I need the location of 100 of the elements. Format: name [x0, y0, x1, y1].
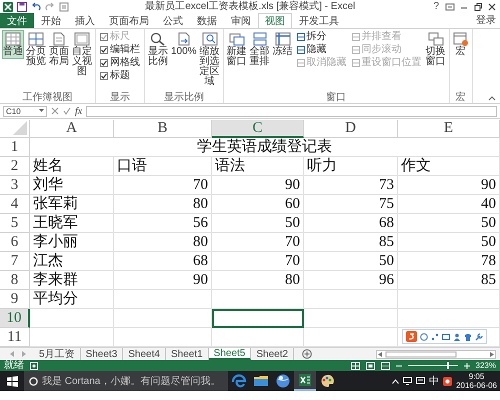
- emoji-icon[interactable]: [420, 332, 428, 340]
- slider-thumb[interactable]: [446, 362, 449, 369]
- ribbon-tab[interactable]: 页面布局: [102, 13, 156, 28]
- row-header[interactable]: 11: [0, 328, 30, 347]
- checkbox-option[interactable]: 标题: [100, 70, 140, 81]
- ribbon-button[interactable]: 自定义视图: [71, 30, 93, 79]
- save-icon[interactable]: [17, 2, 27, 12]
- checkbox-option[interactable]: 网格线: [100, 57, 140, 68]
- ribbon-button[interactable]: 页面布局: [48, 30, 70, 69]
- ribbon-button[interactable]: 缩放到选定区域: [198, 30, 221, 89]
- row-header[interactable]: 2: [0, 157, 30, 176]
- table-cell: 李来群: [30, 271, 114, 290]
- checkbox[interactable]: [100, 72, 108, 80]
- zoom-slider[interactable]: [408, 362, 458, 369]
- caret-icon[interactable]: [392, 378, 400, 384]
- active-cell[interactable]: [212, 309, 304, 328]
- group-label: 显示: [109, 92, 131, 103]
- sheet-tab[interactable]: Sheet5: [208, 348, 252, 360]
- page-break-icon[interactable]: [380, 362, 390, 370]
- ribbon-button[interactable]: 切换窗口: [424, 30, 447, 69]
- form-icon[interactable]: [59, 2, 69, 12]
- ribbon-button[interactable]: 分页预览: [25, 30, 47, 69]
- checkbox[interactable]: [100, 46, 108, 54]
- zoom-out-icon[interactable]: [396, 362, 402, 368]
- taskbar-app[interactable]: [294, 371, 316, 391]
- ribbon-button[interactable]: 普通: [2, 30, 24, 59]
- keyboard-icon[interactable]: [442, 332, 450, 340]
- start-icon[interactable]: [6, 376, 18, 386]
- sign-in-link[interactable]: 登录: [476, 13, 500, 28]
- ribbon-tab[interactable]: 开发工具: [292, 13, 346, 28]
- column-header[interactable]: A: [30, 120, 114, 138]
- normal-view-icon[interactable]: [350, 362, 360, 370]
- row-header[interactable]: 6: [0, 233, 30, 252]
- enter-icon[interactable]: [63, 107, 71, 115]
- add-sheet-icon[interactable]: [302, 349, 312, 359]
- column-header[interactable]: C: [212, 120, 304, 138]
- name-box[interactable]: C10: [3, 106, 47, 116]
- row-header[interactable]: 9: [0, 290, 30, 309]
- horizontal-scrollbar[interactable]: [376, 350, 496, 358]
- spreadsheet-icon: [297, 372, 313, 388]
- ribbon-button[interactable]: 显示比例: [147, 30, 169, 69]
- ribbon-button[interactable]: 冻结: [272, 30, 294, 59]
- row-header[interactable]: 5: [0, 214, 30, 233]
- ribbon-options-icon[interactable]: [445, 2, 455, 12]
- restore-icon[interactable]: [473, 2, 483, 12]
- ribbon-tab[interactable]: 视图: [258, 13, 292, 28]
- table-cell: 李小丽: [30, 233, 114, 252]
- column-header[interactable]: D: [304, 120, 398, 138]
- ribbon-button[interactable]: 全部重排: [248, 30, 271, 69]
- punctuation-icon[interactable]: [431, 332, 439, 340]
- ime-icon[interactable]: [443, 376, 452, 386]
- message-icon[interactable]: [416, 377, 426, 385]
- ribbon-button[interactable]: 新建窗口: [226, 30, 248, 69]
- ribbon-button[interactable]: 隐藏: [296, 44, 347, 55]
- input-method-indicator[interactable]: 中: [429, 374, 440, 388]
- collapse-icon[interactable]: [488, 95, 496, 101]
- ribbon-tab[interactable]: 审阅: [224, 13, 258, 28]
- page-layout-icon[interactable]: [366, 362, 375, 370]
- clock[interactable]: 9:05 2016-06-06: [456, 372, 497, 390]
- row-header[interactable]: 3: [0, 176, 30, 195]
- row-header[interactable]: 1: [0, 138, 30, 157]
- ribbon-tab[interactable]: 数据: [190, 13, 224, 28]
- row-header[interactable]: 7: [0, 252, 30, 271]
- wrench-icon[interactable]: [475, 332, 483, 340]
- ribbon-tab[interactable]: 文件: [0, 13, 34, 28]
- search-field[interactable]: 我是 Cortana，小娜。有问题尽管问我。: [24, 371, 228, 391]
- insert-function-button[interactable]: fx: [75, 106, 82, 116]
- formula-field[interactable]: [86, 106, 497, 116]
- ribbon-tab[interactable]: 插入: [68, 13, 102, 28]
- ribbon-tab[interactable]: 开始: [34, 13, 68, 28]
- cancel-icon[interactable]: [51, 107, 59, 115]
- column-header[interactable]: B: [114, 120, 212, 138]
- close-icon[interactable]: [487, 2, 497, 12]
- shirt-icon[interactable]: [464, 332, 472, 340]
- checkbox[interactable]: [100, 58, 108, 66]
- ribbon-tab[interactable]: 公式: [156, 13, 190, 28]
- row-header[interactable]: 10: [0, 309, 30, 328]
- table-cell: 56: [114, 214, 212, 233]
- macro-record-icon[interactable]: [30, 362, 38, 370]
- globe-icon: [275, 373, 291, 389]
- table-cell: 80: [114, 195, 212, 214]
- magnifier-icon: [202, 32, 218, 46]
- undo-icon[interactable]: [31, 2, 41, 12]
- table-cell: 学生英语成绩登记表: [30, 138, 500, 157]
- window-icon: [428, 32, 444, 46]
- column-header[interactable]: E: [398, 120, 500, 138]
- ribbon-button[interactable]: 宏: [452, 30, 470, 59]
- network-icon[interactable]: [403, 377, 412, 385]
- ime-logo-icon[interactable]: [406, 331, 417, 342]
- row-header[interactable]: 4: [0, 195, 30, 214]
- ribbon-button[interactable]: 100%: [170, 30, 198, 59]
- row-header[interactable]: 8: [0, 271, 30, 290]
- ribbon-button[interactable]: 拆分: [296, 31, 347, 42]
- person-icon[interactable]: [453, 332, 461, 340]
- table-cell: 刘华: [30, 176, 114, 195]
- help-button[interactable]: ?: [431, 0, 441, 12]
- checkbox-option[interactable]: 编辑栏: [100, 44, 140, 55]
- zoom-level[interactable]: 323%: [476, 360, 496, 371]
- excel-icon[interactable]: [3, 2, 13, 12]
- zoom-in-icon[interactable]: [464, 362, 470, 368]
